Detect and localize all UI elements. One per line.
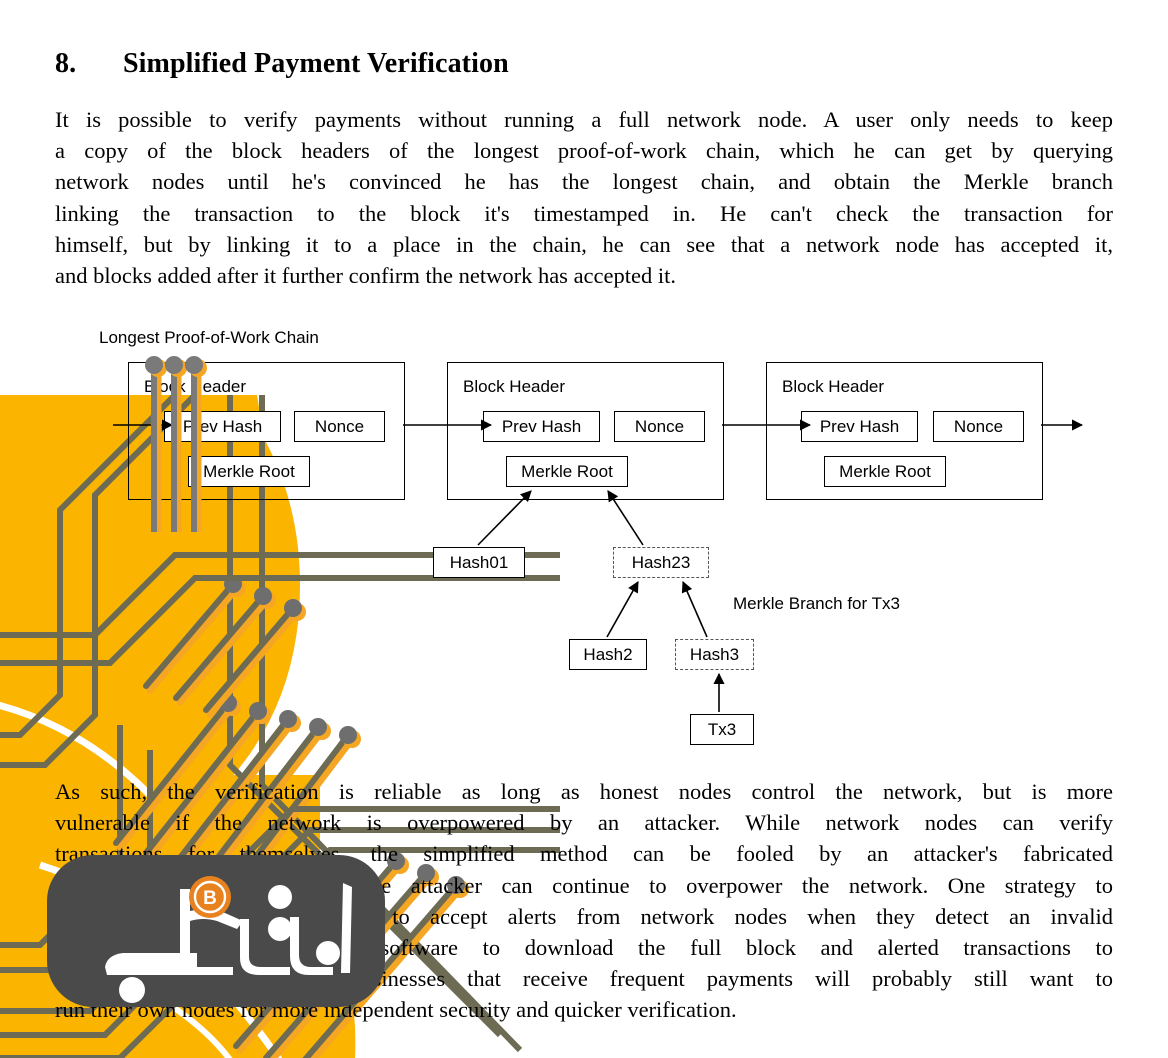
logo-dot-te-2 xyxy=(268,917,292,941)
text-line: linking the transaction to the block it'… xyxy=(55,200,1113,226)
section-number: 8. xyxy=(55,48,77,79)
logo-dot-be xyxy=(119,977,145,1003)
logo-stroke-alef xyxy=(341,883,352,973)
bitcoin-b-glyph: B xyxy=(203,888,217,909)
text-line: As such, the verification is reliable as… xyxy=(55,779,1113,804)
text-line: vulnerable if the network is overpowered… xyxy=(55,810,1113,836)
brand-watermark: B xyxy=(47,855,385,1007)
logo-stroke-be xyxy=(105,953,197,975)
section-title: Simplified Payment Verification xyxy=(123,48,509,79)
bitcoin-coin-icon: B xyxy=(189,876,231,918)
logo-dot-te-1 xyxy=(268,885,292,909)
text-line: network nodes until he's convinced he ha… xyxy=(55,169,1113,195)
entekhab-logo: B xyxy=(105,876,352,1003)
circuit-vertical-traces-over-block xyxy=(145,356,207,532)
text-line: It is possible to verify payments withou… xyxy=(55,107,1113,132)
text-line: a copy of the block headers of the longe… xyxy=(55,138,1113,164)
text-line: himself, but by linking it to a place in… xyxy=(55,231,1113,257)
text-line: and blocks added after it further confir… xyxy=(55,263,677,289)
logo-dot-noon xyxy=(316,941,340,965)
section-heading: 8. Simplified Payment Verification xyxy=(55,48,1113,80)
paragraph-intro: It is possible to verify payments withou… xyxy=(55,104,1113,291)
